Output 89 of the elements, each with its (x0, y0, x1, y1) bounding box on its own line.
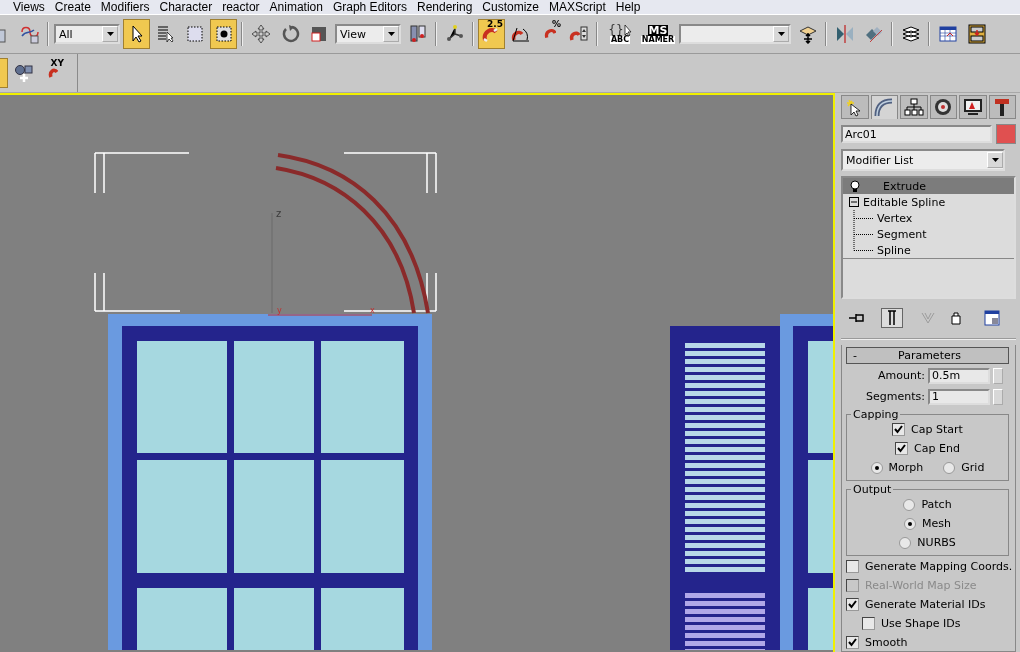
toolbar-button[interactable] (123, 19, 150, 49)
layers-icon (900, 24, 921, 44)
menu-item[interactable]: MAXScript (544, 0, 611, 14)
modifier-list-dropdown[interactable]: Modifier List (841, 149, 1005, 171)
menu-item[interactable]: Customize (477, 0, 545, 14)
radio-button[interactable]: NURBS (899, 534, 956, 551)
dropdown-arrow-icon (991, 158, 999, 162)
stack-subitem[interactable]: Spline (843, 242, 1014, 258)
radio-button[interactable]: Patch (903, 496, 952, 513)
checkbox[interactable]: Cap Start (892, 421, 963, 438)
group-title: Output (852, 483, 893, 496)
tree-line (853, 210, 873, 226)
dropdown-arrow-icon (106, 32, 114, 36)
menu-item[interactable]: Animation (264, 0, 328, 14)
fork-icon (921, 311, 935, 325)
plane-icon (797, 24, 818, 44)
check-icon (848, 638, 857, 647)
panel-tab[interactable] (929, 95, 957, 119)
dropdown[interactable]: View (335, 24, 401, 44)
field-label: Segments: (866, 390, 925, 403)
configure-icon (984, 310, 1000, 326)
spinner-snap-icon (568, 24, 589, 44)
stack-subitem[interactable]: Segment (843, 226, 1014, 242)
viewport[interactable]: z y x (0, 93, 835, 652)
pivot-icon (407, 24, 428, 44)
magnet-icon (543, 28, 556, 40)
wheel-icon (933, 97, 954, 117)
panel-tab[interactable] (841, 95, 869, 119)
object-name-field[interactable]: Arc01 (841, 125, 992, 143)
panel-tab[interactable] (988, 95, 1016, 119)
panel-tab[interactable] (959, 95, 987, 119)
pipe-icon (887, 310, 897, 326)
toolbar-button[interactable]: XY (39, 58, 66, 88)
dropdown[interactable]: All (54, 24, 120, 44)
radio-button[interactable]: Morph (870, 459, 924, 476)
menu-item[interactable]: reactor (217, 0, 265, 14)
checkbox[interactable]: Generate Mapping Coords. (846, 558, 1009, 575)
toolbar-button[interactable]: 2.5 (478, 19, 505, 49)
panel-tab[interactable] (900, 95, 928, 119)
cursor-icon (623, 24, 632, 36)
menu-item[interactable]: Create (49, 0, 96, 14)
spinner-field[interactable]: 0.5m (928, 367, 990, 384)
hierarchy-icon (903, 97, 924, 117)
stack-button[interactable] (981, 308, 1003, 328)
checkbox[interactable]: Cap End (895, 440, 960, 457)
stack-subitem[interactable]: Vertex (843, 210, 1014, 226)
menu-item[interactable]: Graph Editors (327, 0, 412, 14)
axis-tripod-drawing: z y x (267, 208, 375, 316)
rect-selection-icon (184, 24, 205, 44)
monitor-icon (962, 97, 983, 117)
stack-item[interactable]: Extrude (843, 178, 1014, 194)
minus-box-icon[interactable] (849, 197, 859, 207)
scale-icon (308, 24, 329, 44)
window-crossing-icon (213, 24, 234, 44)
checkbox[interactable]: Generate Material IDs (846, 596, 1009, 613)
rollout-header[interactable]: - Parameters (846, 347, 1009, 364)
menu-item[interactable]: Rendering (412, 0, 478, 14)
color-swatch[interactable] (996, 124, 1016, 144)
axis-constraint-icon (444, 24, 465, 44)
check-icon (848, 600, 857, 609)
menu-item[interactable]: Character (154, 0, 218, 14)
checkbox[interactable]: Smooth (846, 634, 1009, 651)
stack-item[interactable]: Editable Spline (843, 194, 1014, 210)
dropdown-arrow-icon (387, 32, 395, 36)
spheres-add-icon (13, 63, 34, 83)
group-title: Capping (852, 408, 900, 421)
bulb-icon (849, 180, 861, 192)
radio-button[interactable]: Mesh (904, 515, 951, 532)
stack-button[interactable] (881, 308, 903, 328)
chain-link-icon (19, 24, 40, 44)
checkbox[interactable]: Use Shape IDs (846, 615, 1009, 632)
render-panel-icon (966, 24, 987, 44)
toolbar-button[interactable] (210, 19, 237, 49)
radio-button[interactable]: Grid (943, 459, 985, 476)
trash-icon (950, 311, 962, 325)
table-icon (937, 24, 958, 44)
spinner-field[interactable]: 1 (928, 388, 990, 405)
select-list-icon (155, 24, 176, 44)
menu-item[interactable]: Views (8, 0, 50, 14)
menu-item[interactable]: Help (610, 0, 646, 14)
move-icon (250, 24, 271, 44)
mirror-icon (834, 24, 855, 44)
toolbar-button[interactable]: % (536, 19, 563, 49)
menu-item[interactable]: Modifiers (95, 0, 155, 14)
pin-icon (848, 311, 864, 325)
curve-icon (874, 97, 895, 118)
field-label: Amount: (878, 369, 925, 382)
dropdown-arrow-icon (777, 32, 785, 36)
magnet-icon (47, 68, 58, 78)
